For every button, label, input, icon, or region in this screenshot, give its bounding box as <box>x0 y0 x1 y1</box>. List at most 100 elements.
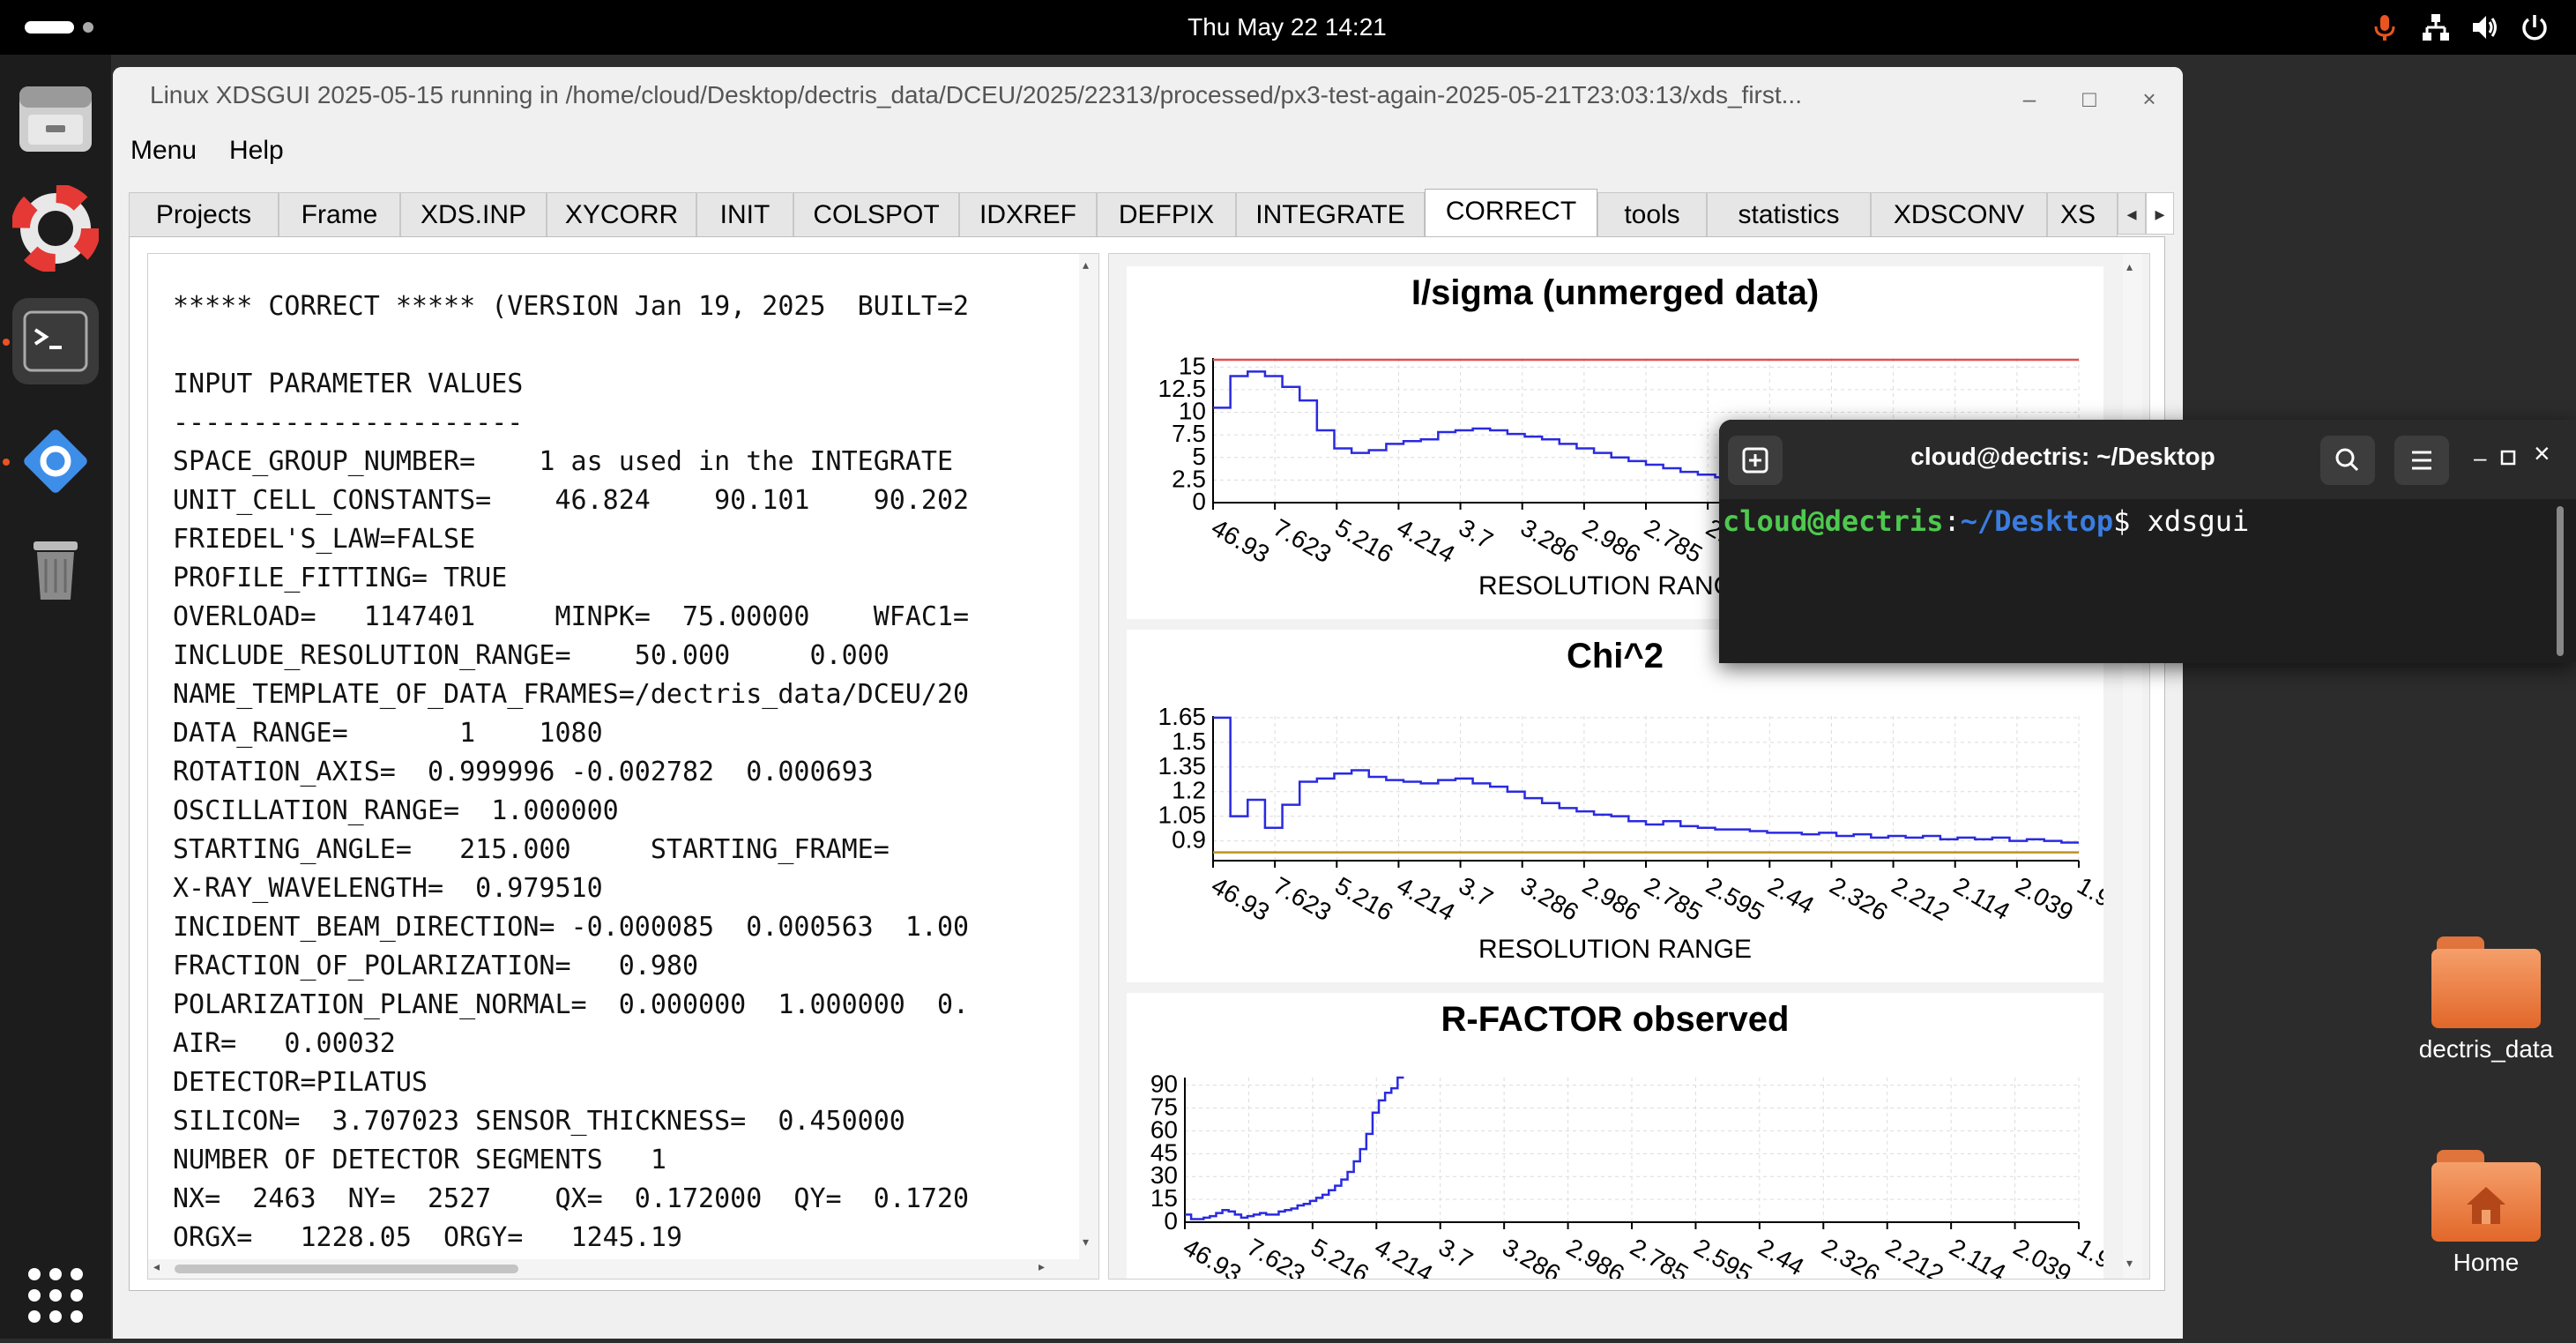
x-tick-label: 2.114 <box>1945 1233 2010 1280</box>
x-tick-label: 46.93 <box>1179 1233 1246 1280</box>
trash-icon[interactable] <box>12 526 99 612</box>
maximize-button[interactable]: □ <box>2075 85 2103 113</box>
clock[interactable]: Thu May 22 14:21 <box>1111 11 1463 44</box>
hamburger-menu-button[interactable] <box>2394 436 2449 485</box>
terminal-title: cloud@dectris: ~/Desktop <box>1910 443 2215 470</box>
new-tab-icon <box>1742 447 1768 474</box>
log-line: ROTATION_AXIS= 0.999996 -0.002782 0.0006… <box>173 757 874 787</box>
log-line: INCIDENT_BEAM_DIRECTION= -0.000085 0.000… <box>173 912 970 943</box>
tab-scroll-right-button[interactable]: ▸ <box>2146 192 2174 235</box>
menu-menu[interactable]: Menu <box>130 136 197 166</box>
scroll-thumb[interactable] <box>175 1265 518 1273</box>
terminal-content[interactable]: cloud@dectris:~/Desktop$ xdsgui <box>1723 504 2249 538</box>
tab-statistics[interactable]: statistics <box>1707 192 1871 236</box>
log-line: UNIT_CELL_CONSTANTS= 46.824 90.101 90.20… <box>173 485 970 516</box>
close-button[interactable]: × <box>2534 437 2550 470</box>
correct-lp-text-pane[interactable]: ***** CORRECT ***** (VERSION Jan 19, 202… <box>147 253 1099 1280</box>
window-title: Linux XDSGUI 2025-05-15 running in /home… <box>150 81 1802 108</box>
hamburger-icon <box>2412 451 2431 470</box>
power-icon[interactable] <box>2520 12 2550 42</box>
prompt-user-host: cloud@dectris <box>1723 504 1944 538</box>
close-button[interactable]: × <box>2135 85 2163 113</box>
x-tick-label: 2.986 <box>1578 513 1645 568</box>
activities-indicator[interactable] <box>25 21 74 34</box>
series-line <box>1185 1076 1404 1220</box>
log-line: FRIEDEL'S_LAW=FALSE <box>173 524 476 555</box>
app-grid-icon[interactable] <box>12 1252 99 1339</box>
minimize-button[interactable]: – <box>2015 85 2044 113</box>
tab-correct[interactable]: CORRECT <box>1425 189 1597 238</box>
x-tick-label: 2.212 <box>1887 871 1954 926</box>
window-titlebar[interactable]: Linux XDSGUI 2025-05-15 running in /home… <box>113 67 2183 131</box>
y-tick-label: 1.5 <box>1172 727 1206 755</box>
log-line: OVERLOAD= 1147401 MINPK= 75.00000 WFAC1= <box>173 601 970 632</box>
tab-init[interactable]: INIT <box>696 192 793 236</box>
y-tick-label: 1.2 <box>1172 777 1206 804</box>
x-tick-label: 3.7 <box>1455 513 1498 554</box>
files-icon[interactable] <box>12 76 99 162</box>
terminal-headerbar[interactable]: cloud@dectris: ~/Desktop – × <box>1719 420 2576 499</box>
log-line: STARTING_ANGLE= 215.000 STARTING_FRAME= <box>173 834 890 865</box>
desktop-icon-label: dectris_data <box>2418 1035 2554 1063</box>
x-tick-label: 7.623 <box>1269 513 1336 568</box>
tab-frame[interactable]: Frame <box>279 192 400 236</box>
plot-vertical-scrollbar[interactable]: ▴ ▾ <box>2123 254 2142 1279</box>
x-tick-label: 2.114 <box>1949 871 2014 925</box>
prompt-path: ~/Desktop <box>1960 504 2114 538</box>
x-tick-label: 1.961 <box>2073 871 2103 926</box>
text-horizontal-scrollbar[interactable]: ◂ ▸ <box>148 1259 1098 1279</box>
x-tick-label: 2.326 <box>1817 1233 1884 1280</box>
desktop-icon-label: Home <box>2453 1249 2520 1276</box>
log-line: FRACTION_OF_POLARIZATION= 0.980 <box>173 951 699 981</box>
tab-defpix[interactable]: DEFPIX <box>1097 192 1236 236</box>
network-icon[interactable] <box>2421 12 2451 42</box>
tab-projects[interactable]: Projects <box>129 192 279 236</box>
tab-xdsconv[interactable]: XDSCONV <box>1871 192 2047 236</box>
new-tab-button[interactable] <box>1728 436 1783 485</box>
tab-idxref[interactable]: IDXREF <box>959 192 1097 236</box>
tab-xycorr[interactable]: XYCORR <box>547 192 696 236</box>
tab-scroll-left-button[interactable]: ◂ <box>2118 192 2146 235</box>
x-tick-label: 1.961 <box>2073 1233 2103 1280</box>
y-tick-label: 1.05 <box>1158 802 1207 829</box>
tab-integrate[interactable]: INTEGRATE <box>1236 192 1425 236</box>
log-line: PROFILE_FITTING= TRUE <box>173 563 508 593</box>
x-tick-label: 2.212 <box>1881 1233 1948 1280</box>
x-tick-label: 3.7 <box>1434 1233 1478 1273</box>
desktop-folder-home[interactable]: Home <box>2407 1150 2565 1277</box>
log-line: INPUT PARAMETER VALUES <box>173 369 524 399</box>
terminal-window: cloud@dectris: ~/Desktop – × cloud@dectr… <box>1719 420 2576 663</box>
x-tick-label: 4.214 <box>1370 1233 1437 1280</box>
x-tick-label: 2.785 <box>1626 1233 1693 1280</box>
log-line: ---------------------- <box>173 407 524 438</box>
log-text: ***** CORRECT ***** (VERSION Jan 19, 202… <box>173 287 1072 1257</box>
tab-xs[interactable]: XS <box>2047 192 2118 236</box>
menu-bar: Menu Help <box>113 131 2183 173</box>
maximize-button[interactable] <box>2498 448 2520 469</box>
search-button[interactable] <box>2320 436 2375 485</box>
rfactor-chart: R-FACTOR observed 0 15 30 45 60 75 90 46.93 7.62… <box>1127 993 2103 1280</box>
log-line: AIR= 0.00032 <box>173 1028 396 1059</box>
terminal-icon[interactable] <box>12 298 99 384</box>
volume-icon[interactable] <box>2470 12 2500 42</box>
help-icon[interactable] <box>11 183 101 273</box>
log-line: NAME_TEMPLATE_OF_DATA_FRAMES=/dectris_da… <box>173 679 970 710</box>
terminal-scrollbar[interactable] <box>2557 506 2564 656</box>
microphone-icon[interactable] <box>2370 12 2400 42</box>
text-vertical-scrollbar[interactable]: ▴ ▾ <box>1079 254 1098 1259</box>
log-line: ***** CORRECT ***** (VERSION Jan 19, 202… <box>173 291 970 322</box>
log-line: DATA_RANGE= 1 1080 <box>173 718 603 749</box>
log-line: OSCILLATION_RANGE= 1.000000 <box>173 795 619 826</box>
tab-colspot[interactable]: COLSPOT <box>793 192 959 236</box>
desktop-folder-dectris-data[interactable]: dectris_data <box>2407 936 2565 1063</box>
tab-tools[interactable]: tools <box>1597 192 1707 236</box>
tab-xds-inp[interactable]: XDS.INP <box>400 192 547 236</box>
running-indicator <box>3 459 10 466</box>
menu-help[interactable]: Help <box>229 136 284 166</box>
x-tick-label: 5.216 <box>1330 513 1397 568</box>
x-tick-label: 3.286 <box>1516 871 1583 926</box>
x-tick-label: 2.44 <box>1753 1233 1809 1280</box>
log-line: DETECTOR=PILATUS <box>173 1067 428 1098</box>
xdsgui-icon[interactable] <box>12 418 99 504</box>
